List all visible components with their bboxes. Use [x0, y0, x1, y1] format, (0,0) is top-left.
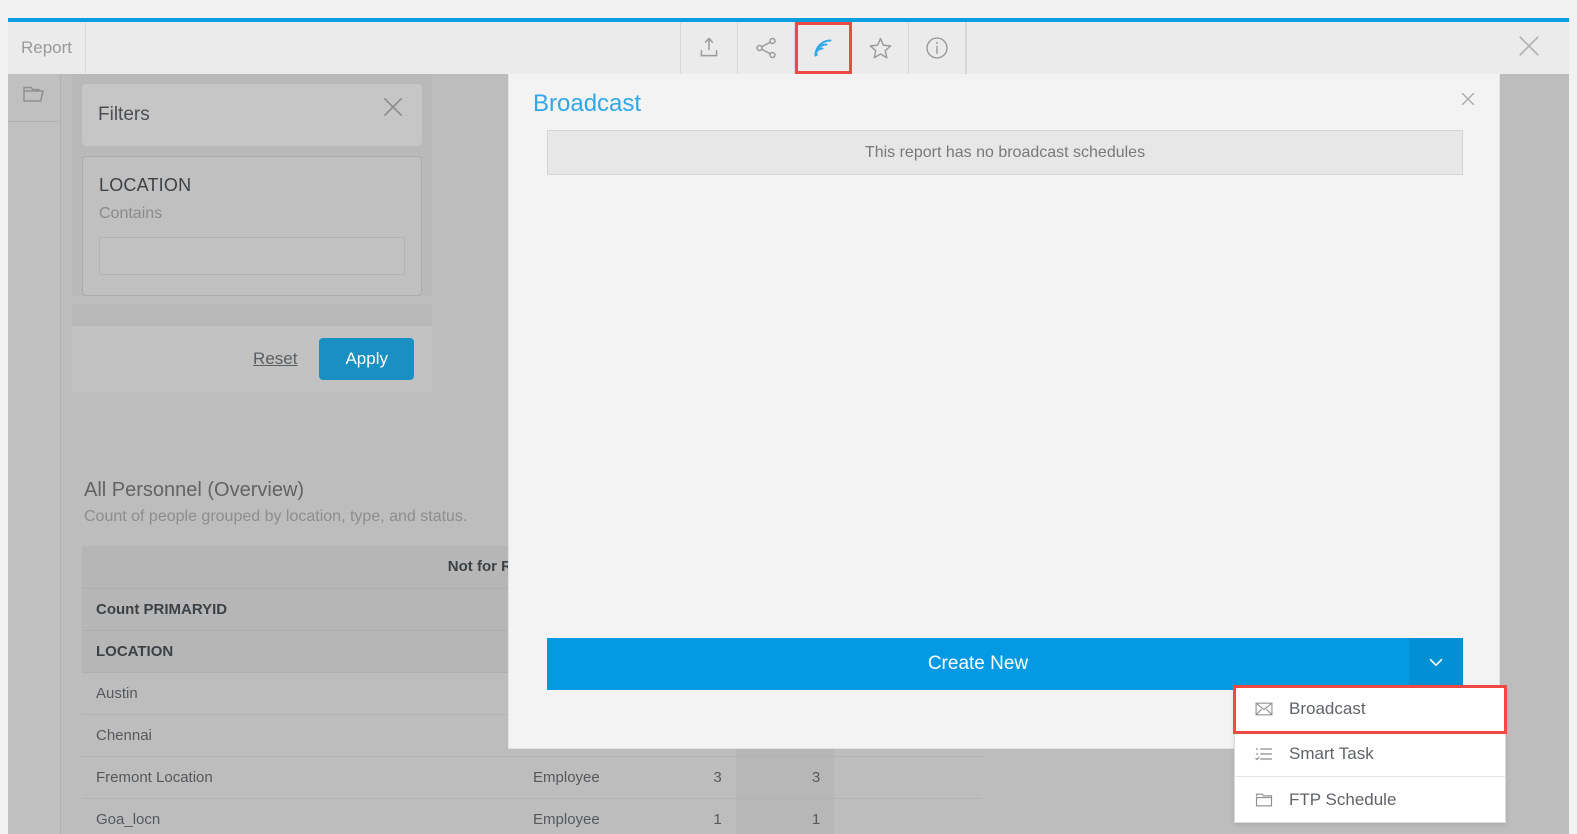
- broadcast-empty-message: This report has no broadcast schedules: [864, 143, 1146, 161]
- menu-item-broadcast[interactable]: Broadcast: [1233, 685, 1507, 734]
- toolbar-spacer-left: [86, 22, 681, 74]
- info-icon: [924, 35, 950, 61]
- export-button[interactable]: [681, 22, 738, 74]
- rail-item-folders[interactable]: [8, 74, 60, 122]
- table-row: Goa_locn Employee 1 1: [82, 798, 982, 834]
- broadcast-panel-close-button[interactable]: [1457, 88, 1479, 115]
- app-root: Report Filters LOCATION Contains Reset A…: [0, 0, 1577, 834]
- broadcast-panel: Broadcast This report has no broadcast s…: [509, 74, 1499, 748]
- broadcast-panel-title: Broadcast: [533, 90, 642, 117]
- cell-type: Employee: [519, 798, 638, 834]
- cell-spacer: [834, 798, 982, 834]
- cell-location: Austin: [82, 672, 520, 715]
- folder-icon: [1253, 790, 1275, 810]
- filters-divider: [72, 296, 432, 304]
- cell-location: Goa_locn: [82, 798, 520, 834]
- filter-group-location: LOCATION Contains: [82, 156, 422, 296]
- create-new-label: Create New: [927, 653, 1029, 674]
- reset-button[interactable]: Reset: [253, 349, 297, 369]
- top-toolbar: Report: [8, 22, 1569, 74]
- chevron-down-icon: [1425, 651, 1447, 678]
- menu-item-label: FTP Schedule: [1289, 789, 1397, 809]
- close-report-button[interactable]: [1489, 22, 1569, 74]
- export-icon: [696, 35, 722, 61]
- create-new-dropdown-toggle[interactable]: [1409, 638, 1463, 690]
- broadcast-empty-message-box: This report has no broadcast schedules: [547, 130, 1463, 175]
- create-new-button[interactable]: Create New: [547, 638, 1463, 690]
- cell-spacer: [834, 756, 982, 799]
- menu-item-smart-task[interactable]: Smart Task: [1235, 732, 1505, 777]
- envelope-icon: [1253, 699, 1275, 719]
- favorite-star-icon: [867, 35, 894, 62]
- folder-icon: [21, 83, 47, 112]
- window-left-edge: [0, 18, 8, 834]
- left-icon-rail: [8, 74, 61, 834]
- filters-panel: Filters LOCATION Contains Reset Apply: [72, 74, 432, 392]
- tab-report-label: Report: [20, 38, 73, 57]
- filters-actions: Reset Apply: [72, 326, 432, 392]
- favorite-button[interactable]: [852, 22, 909, 74]
- toolbar-spacer-right: [966, 22, 1489, 74]
- filters-close-button[interactable]: [378, 92, 408, 127]
- cell-type: Employee: [519, 756, 638, 799]
- create-new-dropdown-menu: Broadcast Smart Task FTP Schedule: [1233, 685, 1507, 823]
- apply-button[interactable]: Apply: [319, 338, 414, 380]
- filter-field-label: LOCATION: [99, 175, 192, 195]
- close-icon: [1514, 31, 1544, 66]
- menu-item-ftp-schedule[interactable]: FTP Schedule: [1235, 777, 1505, 822]
- filter-value-input[interactable]: [99, 237, 405, 275]
- cell-count-b: 1: [735, 798, 835, 834]
- table-row: Fremont Location Employee 3 3: [82, 756, 982, 799]
- share-icon: [753, 35, 779, 61]
- cell-count-b: 3: [735, 756, 835, 799]
- broadcast-button[interactable]: [795, 22, 852, 74]
- close-icon: [1457, 92, 1479, 114]
- tab-report[interactable]: Report: [8, 22, 86, 74]
- filters-title: Filters: [98, 104, 150, 125]
- filter-operator-label: Contains: [99, 205, 163, 222]
- menu-item-label: Smart Task: [1289, 744, 1374, 763]
- create-new-label-area[interactable]: Create New: [547, 638, 1409, 690]
- cell-count-a: 3: [637, 756, 736, 799]
- cell-count-a: 1: [637, 798, 736, 834]
- toolbar-action-group: [681, 22, 966, 74]
- checklist-icon: [1253, 744, 1275, 764]
- menu-item-label: Broadcast: [1289, 699, 1366, 718]
- window-right-edge: [1569, 74, 1577, 834]
- table-col-location: LOCATION: [82, 630, 520, 673]
- cell-location: Chennai: [82, 714, 520, 757]
- broadcast-icon: [811, 36, 835, 60]
- cell-location: Fremont Location: [82, 756, 520, 799]
- filters-header: Filters: [82, 84, 422, 146]
- info-button[interactable]: [909, 22, 966, 74]
- share-button[interactable]: [738, 22, 795, 74]
